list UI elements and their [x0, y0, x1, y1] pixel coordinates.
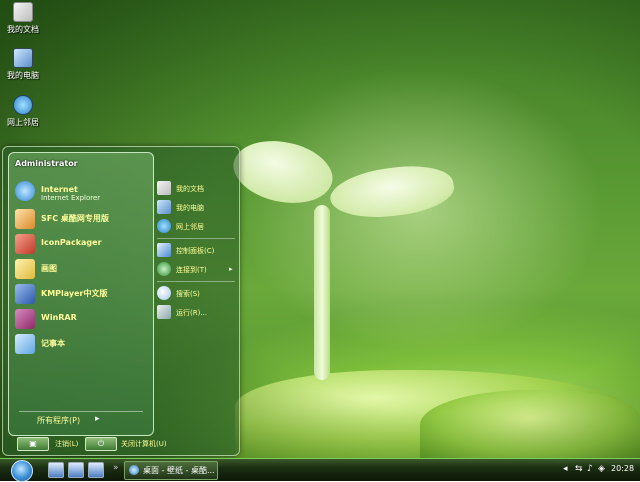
- program-name: WinRAR: [41, 313, 77, 322]
- arrow-right-icon: ▸: [229, 265, 233, 273]
- places-item-label: 控制面板(C): [176, 247, 215, 255]
- paint-icon: [15, 259, 35, 279]
- desktop-icon-label: 我的文档: [7, 25, 39, 34]
- lock-icon: ▣: [29, 439, 37, 448]
- program-paint[interactable]: 画图: [15, 259, 149, 281]
- desktop-icon-label: 网上邻居: [7, 118, 39, 127]
- desktop-icon-network[interactable]: 网上邻居: [0, 95, 46, 128]
- program-winrar[interactable]: WinRAR: [15, 309, 149, 331]
- kmplayer-icon: [15, 284, 35, 304]
- network-icon: [157, 219, 171, 233]
- logoff-button[interactable]: ▣: [17, 437, 49, 451]
- places-item-label: 搜索(S): [176, 290, 200, 298]
- sfc-app-icon: [15, 209, 35, 229]
- iconpackager-icon: [15, 234, 35, 254]
- network-icon: [13, 95, 33, 115]
- places-item-label: 连接到(T): [176, 266, 207, 274]
- internet-explorer-icon: [129, 465, 139, 475]
- start-button[interactable]: [11, 460, 33, 482]
- start-menu-programs-pane: Administrator Internet Internet Explorer…: [8, 152, 154, 436]
- desktop-icon-my-computer[interactable]: 我的电脑: [0, 48, 46, 81]
- program-sfc[interactable]: SFC 桌酷网专用版: [15, 209, 149, 231]
- places-divider: [157, 281, 235, 282]
- quicklaunch-show-desktop-icon[interactable]: [68, 462, 84, 478]
- quicklaunch-ie-icon[interactable]: [48, 462, 64, 478]
- quicklaunch-media-icon[interactable]: [88, 462, 104, 478]
- desktop-icon-label: 我的电脑: [7, 71, 39, 80]
- taskbar-window-button[interactable]: 桌面 - 壁纸 - 桌酷...: [124, 461, 218, 480]
- taskbar: » 桌面 - 壁纸 - 桌酷... ◂ ⇆ ♪ ◈ 20:28: [0, 458, 640, 482]
- program-name: IconPackager: [41, 238, 102, 247]
- shutdown-label[interactable]: 关闭计算机(U): [121, 439, 167, 449]
- program-name: KMPlayer中文版: [41, 289, 108, 298]
- program-subtitle: Internet Explorer: [41, 194, 101, 202]
- all-programs-button[interactable]: 所有程序(P): [37, 415, 80, 426]
- places-item-label: 运行(R)...: [176, 309, 208, 317]
- program-name: Internet: [41, 185, 78, 194]
- programs-divider: [19, 411, 143, 412]
- internet-explorer-icon: [15, 181, 35, 201]
- places-divider: [157, 238, 235, 239]
- places-item-my-documents[interactable]: 我的文档: [157, 181, 235, 197]
- shutdown-button[interactable]: ⏻: [85, 437, 117, 451]
- network-tray-icon[interactable]: ⇆: [575, 464, 585, 474]
- security-tray-icon[interactable]: ◈: [598, 464, 608, 474]
- search-icon: [157, 286, 171, 300]
- arrow-right-icon: ▸: [95, 414, 100, 424]
- program-internet[interactable]: Internet Internet Explorer: [15, 181, 149, 203]
- places-item-search[interactable]: 搜索(S): [157, 286, 235, 302]
- places-item-network[interactable]: 网上邻居: [157, 219, 235, 235]
- places-item-run[interactable]: 运行(R)...: [157, 305, 235, 321]
- places-item-connect-to[interactable]: 连接到(T) ▸: [157, 262, 235, 278]
- program-name: 记事本: [41, 339, 65, 348]
- connect-to-icon: [157, 262, 171, 276]
- program-name: 画图: [41, 264, 57, 273]
- places-item-control-panel[interactable]: 控制面板(C): [157, 243, 235, 259]
- logoff-label[interactable]: 注销(L): [55, 439, 78, 449]
- documents-folder-icon: [157, 181, 171, 195]
- quicklaunch-chevron-icon[interactable]: »: [113, 463, 119, 473]
- program-iconpackager[interactable]: IconPackager: [15, 234, 149, 256]
- program-kmplayer[interactable]: KMPlayer中文版: [15, 284, 149, 306]
- my-computer-icon: [13, 48, 33, 68]
- places-item-my-computer[interactable]: 我的电脑: [157, 200, 235, 216]
- program-notepad[interactable]: 记事本: [15, 334, 149, 356]
- desktop-icon-my-documents[interactable]: 我的文档: [0, 2, 46, 35]
- notepad-icon: [15, 334, 35, 354]
- control-panel-icon: [157, 243, 171, 257]
- power-icon: ⏻: [97, 439, 105, 448]
- taskbar-window-title: 桌面 - 壁纸 - 桌酷...: [143, 466, 215, 475]
- start-menu-places-pane: 我的文档 我的电脑 网上邻居 控制面板(C) 连接到(T) ▸ 搜索(S) 运行…: [155, 169, 237, 431]
- places-item-label: 我的文档: [176, 185, 204, 193]
- winrar-icon: [15, 309, 35, 329]
- volume-tray-icon[interactable]: ♪: [587, 464, 597, 474]
- user-name: Administrator: [15, 159, 78, 168]
- tray-expand-icon[interactable]: ◂: [563, 464, 573, 474]
- places-item-label: 我的电脑: [176, 204, 204, 212]
- taskbar-clock[interactable]: 20:28: [611, 464, 634, 473]
- my-computer-icon: [157, 200, 171, 214]
- places-item-label: 网上邻居: [176, 223, 204, 231]
- run-icon: [157, 305, 171, 319]
- start-menu: Administrator Internet Internet Explorer…: [2, 146, 240, 456]
- program-name: SFC 桌酷网专用版: [41, 214, 109, 223]
- documents-folder-icon: [13, 2, 33, 22]
